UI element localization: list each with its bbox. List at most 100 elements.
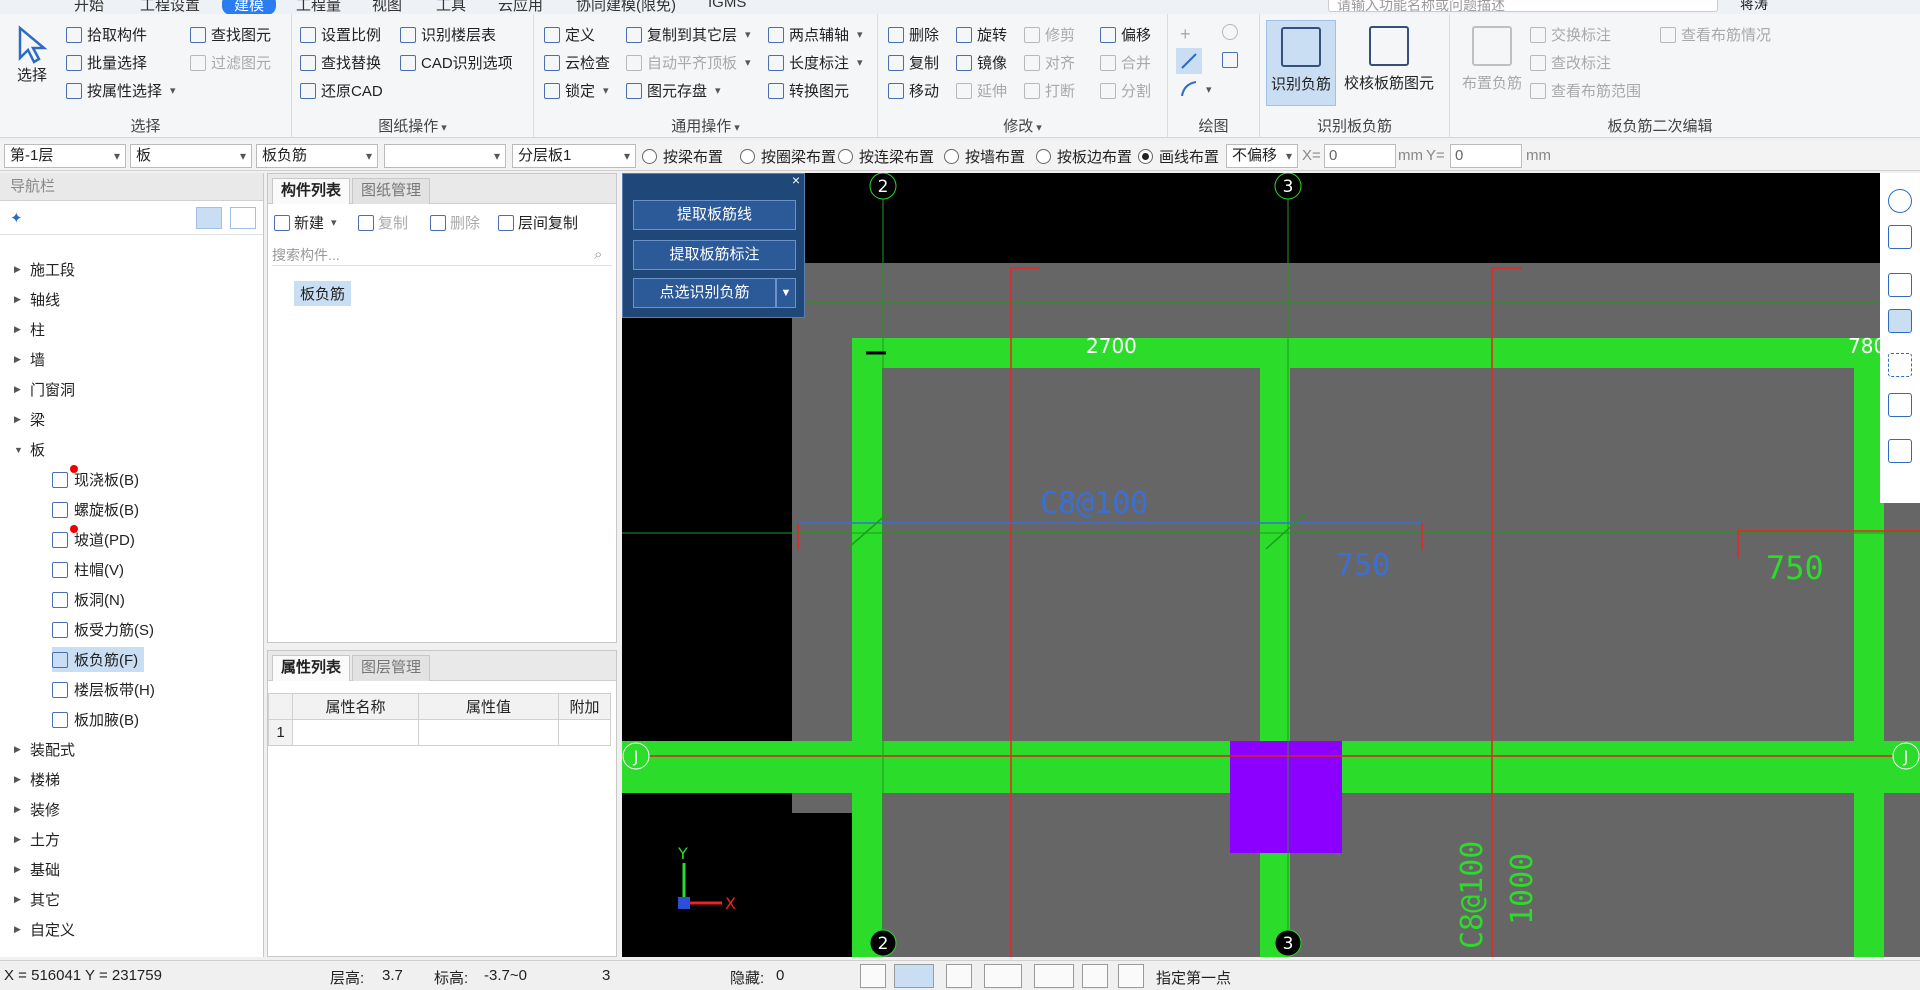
nav-item-custom[interactable]: ▶ 自定义 xyxy=(14,919,75,940)
menu-tab-start[interactable]: 开始 xyxy=(74,0,104,14)
identify-negative-rebar-button[interactable]: 识别负筋 xyxy=(1266,20,1336,106)
nav-item-door-window[interactable]: ▶ 门窗洞 xyxy=(14,379,75,400)
nav-child-column-cap[interactable]: 柱帽(V) xyxy=(52,559,124,580)
table-row[interactable]: 1 xyxy=(268,719,611,746)
cad-options-button[interactable]: CAD识别选项 xyxy=(400,52,513,73)
cross-snap-icon[interactable] xyxy=(946,964,972,988)
layer-view-icon[interactable] xyxy=(1888,439,1912,463)
check-slab-rebar-button[interactable]: 校核板筋图元 xyxy=(1344,26,1434,93)
nav-item-slab[interactable]: ▼ 板 xyxy=(14,439,45,460)
restore-cad-button[interactable]: 还原CAD xyxy=(300,80,383,101)
nav-item-column[interactable]: ▶ 柱 xyxy=(14,319,45,340)
nav-child-ramp[interactable]: 坡道(PD) xyxy=(52,529,135,550)
view-rebar-status-button[interactable]: 查看布筋情况 xyxy=(1660,24,1771,45)
pick-component-button[interactable]: 拾取构件 xyxy=(66,24,147,45)
display-settings-icon[interactable] xyxy=(1888,393,1912,417)
tab-drawing-management[interactable]: 图纸管理 xyxy=(352,178,431,204)
merge-button[interactable]: 合并 xyxy=(1100,52,1151,73)
nav-child-floor-strip[interactable]: 楼层板带(H) xyxy=(52,679,155,700)
menu-tab-project-settings[interactable]: 工程设置 xyxy=(140,0,200,14)
tab-property-list[interactable]: 属性列表 xyxy=(272,655,351,681)
pin-icon[interactable]: ✦ xyxy=(10,209,23,227)
copy-component-button[interactable]: 复制 xyxy=(358,212,408,233)
menu-tab-collab[interactable]: 协同建模(限免) xyxy=(576,0,676,14)
dimension-snap-icon[interactable] xyxy=(1034,964,1074,988)
mirror-button[interactable]: 镜像 xyxy=(956,52,1007,73)
nav-item-axis[interactable]: ▶ 轴线 xyxy=(14,289,60,310)
tree-view-icon[interactable] xyxy=(230,207,256,229)
drawing-canvas[interactable]: 2 3 2 3 J J 2700 780 C8@100 750 750 C8@1… xyxy=(622,173,1920,957)
nav-child-cast-slab[interactable]: 现浇板(B) xyxy=(52,469,139,490)
new-component-button[interactable]: 新建 xyxy=(274,212,337,233)
attr-value-cell[interactable] xyxy=(418,719,559,746)
list-view-icon[interactable] xyxy=(196,207,222,229)
draw-line-button[interactable] xyxy=(1176,48,1202,74)
radio-by-beam[interactable]: 按梁布置 xyxy=(642,146,723,167)
trim-button[interactable]: 修剪 xyxy=(1024,24,1075,45)
nav-item-beam[interactable]: ▶ 梁 xyxy=(14,409,45,430)
select-by-attr-button[interactable]: 按属性选择 xyxy=(66,80,176,101)
tab-layer-management[interactable]: 图层管理 xyxy=(352,655,431,681)
set-scale-button[interactable]: 设置比例 xyxy=(300,24,381,45)
group-title-modify[interactable]: 修改 xyxy=(878,115,1167,136)
layer-select[interactable]: 分层板1 xyxy=(512,144,636,168)
copy-button[interactable]: 复制 xyxy=(888,52,939,73)
nav-item-earthwork[interactable]: ▶ 土方 xyxy=(14,829,60,850)
nav-item-construction-stage[interactable]: ▶ 施工段 xyxy=(14,259,75,280)
group-title-drawing-ops[interactable]: 图纸操作 xyxy=(292,115,533,136)
draw-arc-button[interactable] xyxy=(1180,80,1212,98)
extend-button[interactable]: 延伸 xyxy=(956,80,1007,101)
place-negative-rebar-button[interactable]: 布置负筋 xyxy=(1462,26,1522,93)
menu-tab-cloud[interactable]: 云应用 xyxy=(498,0,543,14)
component-select[interactable] xyxy=(384,144,506,168)
y-offset-input[interactable]: 0 xyxy=(1450,144,1522,168)
two-point-axis-button[interactable]: 两点辅轴 xyxy=(768,24,863,45)
lock-button[interactable]: 锁定 xyxy=(544,80,609,101)
offset-select[interactable]: 不偏移 xyxy=(1226,144,1298,168)
auto-align-slab-button[interactable]: 自动平齐顶板 xyxy=(626,52,751,73)
group-title-common-ops[interactable]: 通用操作 xyxy=(534,115,877,136)
draw-rect-button[interactable] xyxy=(1222,52,1238,68)
nav-child-slab-hole[interactable]: 板洞(N) xyxy=(52,589,125,610)
radio-by-ring-beam[interactable]: 按圈梁布置 xyxy=(740,146,836,167)
radio-by-slab-edge[interactable]: 按板边布置 xyxy=(1036,146,1132,167)
nav-child-spiral-slab[interactable]: 螺旋板(B) xyxy=(52,499,139,520)
close-icon[interactable]: × xyxy=(792,172,800,188)
nav-item-decoration[interactable]: ▶ 装修 xyxy=(14,799,60,820)
orbit-icon[interactable] xyxy=(1888,189,1912,213)
view-rebar-range-button[interactable]: 查看布筋范围 xyxy=(1530,80,1641,101)
find-element-button[interactable]: 查找图元 xyxy=(190,24,271,45)
move-button[interactable]: 移动 xyxy=(888,80,939,101)
identify-floor-table-button[interactable]: 识别楼层表 xyxy=(400,24,496,45)
nav-item-wall[interactable]: ▶ 墙 xyxy=(14,349,45,370)
nav-item-stair[interactable]: ▶ 楼梯 xyxy=(14,769,60,790)
nav-item-prefab[interactable]: ▶ 装配式 xyxy=(14,739,75,760)
menu-tab-igms[interactable]: IGMS xyxy=(708,0,746,11)
top-view-icon[interactable] xyxy=(1888,309,1912,333)
find-replace-button[interactable]: 查找替换 xyxy=(300,52,381,73)
draw-point-button[interactable]: + xyxy=(1180,24,1191,45)
attr-name-cell[interactable] xyxy=(292,719,419,746)
chevron-down-icon[interactable]: ▼ xyxy=(776,278,796,308)
component-search-input[interactable]: 搜索构件... xyxy=(272,244,612,266)
menu-tab-tools[interactable]: 工具 xyxy=(436,0,466,14)
menu-tab-view[interactable]: 视图 xyxy=(372,0,402,14)
filter-element-button[interactable]: 过滤图元 xyxy=(190,52,271,73)
swap-label-button[interactable]: 交换标注 xyxy=(1530,24,1611,45)
rotate-button[interactable]: 旋转 xyxy=(956,24,1007,45)
save-element-button[interactable]: 图元存盘 xyxy=(626,80,721,101)
radio-by-line[interactable]: 画线布置 xyxy=(1138,146,1219,167)
select-button[interactable]: 选择 xyxy=(14,24,50,85)
attr-extra-cell[interactable] xyxy=(558,719,611,746)
component-item[interactable]: 板负筋 xyxy=(294,281,352,306)
delete-component-button[interactable]: 删除 xyxy=(430,212,480,233)
menu-tab-quantity[interactable]: 工程量 xyxy=(296,0,341,14)
nav-child-slab-negative-rebar[interactable]: 板负筋(F) xyxy=(52,647,145,672)
extract-rebar-line-button[interactable]: 提取板筋线 xyxy=(633,200,796,230)
radio-by-link-beam[interactable]: 按连梁布置 xyxy=(838,146,934,167)
x-offset-input[interactable]: 0 xyxy=(1324,144,1396,168)
draw-circle-button[interactable] xyxy=(1222,24,1238,40)
3d-view-icon[interactable] xyxy=(1888,225,1912,249)
extract-rebar-label-button[interactable]: 提取板筋标注 xyxy=(633,240,796,270)
pick-identify-rebar-button[interactable]: 点选识别负筋 xyxy=(633,278,776,308)
